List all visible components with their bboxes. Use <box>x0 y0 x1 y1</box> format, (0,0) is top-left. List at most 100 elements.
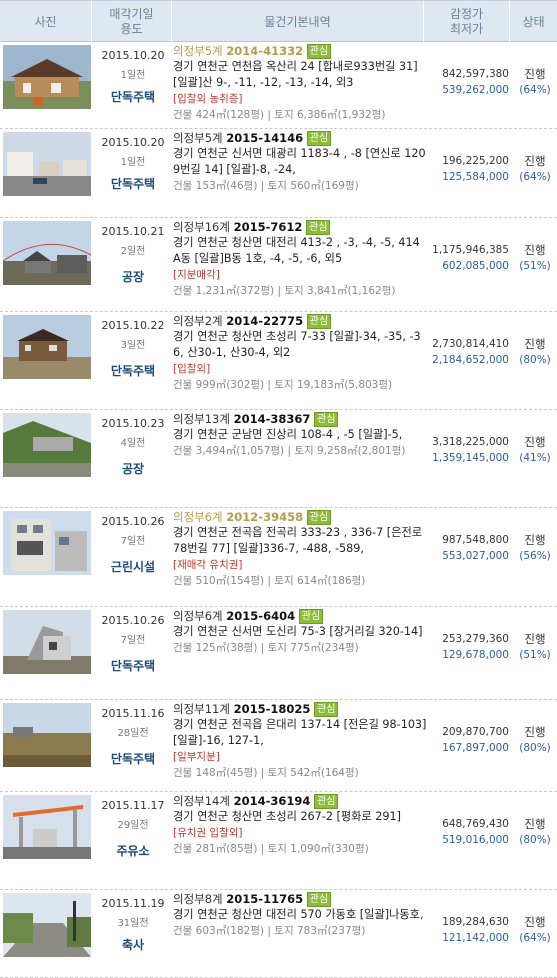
status-text: 진행 <box>524 725 546 739</box>
price-block: 196,225,200 125,584,000 <box>409 153 509 185</box>
interest-badge[interactable]: 관심 <box>306 510 332 525</box>
property-address[interactable]: 경기 연천군 청산면 대전리 413-2 , -3, -4, -5, 414 A… <box>173 235 427 267</box>
table-row[interactable]: 2015.10.26 7일전 근린시설 의정부6계 2012-39458 관심 경기 연… <box>0 508 557 607</box>
property-photo[interactable] <box>3 795 91 859</box>
property-address[interactable]: 경기 연천군 청산면 대전리 570 가동호 [일괄]나동호, <box>173 907 427 923</box>
property-photo[interactable] <box>3 221 91 285</box>
status-text: 진행 <box>524 154 546 168</box>
property-address[interactable]: 경기 연천군 신서면 도신리 75-3 [장거리길 320-14] <box>173 624 427 640</box>
property-address[interactable]: 경기 연천군 신서면 대광리 1183-4 , -8 [연신로 1209번길 1… <box>173 146 427 178</box>
price-percent: (64%) <box>519 84 551 96</box>
case-number-link[interactable]: 2014-41332 <box>226 44 303 58</box>
interest-badge[interactable]: 관심 <box>314 702 339 717</box>
area-summary: 건물 125㎡(38평) | 토지 775㎡(234평) <box>173 642 359 654</box>
sale-date: 2015.10.20 <box>101 136 165 149</box>
property-info: 의정부2계 2014-22775 관심 경기 연천군 청산면 초성리 7-33 [… <box>173 313 427 393</box>
table-row[interactable]: 2015.11.16 28일전 단독주택 의정부11계 2015-18025 관심 경기… <box>0 700 557 792</box>
sale-date: 2015.10.22 <box>101 319 165 332</box>
property-address[interactable]: 경기 연천군 군남면 진상리 108-4 , -5 [일괄]-5, <box>173 427 427 443</box>
table-row[interactable]: 2015.10.23 4일전 공장 의정부13계 2014-38367 관심 경기 연천… <box>0 410 557 508</box>
property-photo[interactable] <box>3 703 91 767</box>
property-photo[interactable] <box>3 893 91 957</box>
special-conditions: [재매각 유치권] <box>173 559 243 571</box>
table-row[interactable]: 2015.11.19 31일전 축사 의정부8계 2015-11765 관심 경기 연천… <box>0 890 557 978</box>
status-block: 진행 (56%) <box>515 532 555 564</box>
area-summary: 건물 999㎡(302평) | 토지 19,183㎡(5,803평) <box>173 379 393 391</box>
days-remaining: 3일전 <box>120 340 146 351</box>
appraisal-price: 3,318,225,000 <box>432 436 509 448</box>
court-name: 의정부16계 <box>173 220 230 234</box>
case-number-link[interactable]: 2015-11765 <box>226 892 303 906</box>
price-percent: (51%) <box>519 260 551 272</box>
property-photo[interactable] <box>3 413 91 477</box>
table-row[interactable]: 2015.10.22 3일전 단독주택 의정부2계 2014-22775 관심 경기 연… <box>0 312 557 410</box>
case-line[interactable]: 의정부14계 2014-36194 관심 <box>173 793 427 809</box>
special-conditions: [지분매각] <box>173 269 220 281</box>
case-number-link[interactable]: 2014-36194 <box>234 794 311 808</box>
property-photo[interactable] <box>3 315 91 379</box>
table-row[interactable]: 2015.10.20 1일전 단독주택 의정부5계 2014-41332 관심 경기 연… <box>0 42 557 129</box>
property-address[interactable]: 경기 연천군 전곡읍 은대리 137-14 [전은길 98-103] [일괄]-… <box>173 717 427 749</box>
property-info: 의정부8계 2015-11765 관심 경기 연천군 청산면 대전리 570 가동… <box>173 891 427 939</box>
minimum-price: 125,584,000 <box>442 171 509 183</box>
interest-badge[interactable]: 관심 <box>306 44 332 59</box>
property-address[interactable]: 경기 연천군 전곡읍 전곡리 333-23 , 336-7 [은전로78번길 7… <box>173 525 427 557</box>
case-line[interactable]: 의정부6계 2015-6404 관심 <box>173 608 427 624</box>
interest-badge[interactable]: 관심 <box>298 609 324 624</box>
interest-badge[interactable]: 관심 <box>306 314 332 329</box>
property-photo[interactable] <box>3 132 91 196</box>
price-percent: (41%) <box>519 452 551 464</box>
case-line[interactable]: 의정부13계 2014-38367 관심 <box>173 411 427 427</box>
price-block: 3,318,225,000 1,359,145,000 <box>409 434 509 466</box>
property-photo[interactable] <box>3 45 91 109</box>
case-number-link[interactable]: 2015-6404 <box>226 609 295 623</box>
case-number-link[interactable]: 2014-22775 <box>226 314 303 328</box>
case-line[interactable]: 의정부11계 2015-18025 관심 <box>173 701 427 717</box>
area-summary: 건물 281㎡(85평) | 토지 1,090㎡(330평) <box>173 843 369 855</box>
case-line[interactable]: 의정부5계 2014-41332 관심 <box>173 43 427 59</box>
interest-badge[interactable]: 관심 <box>314 412 339 427</box>
price-block: 189,284,630 121,142,000 <box>409 914 509 946</box>
status-block: 진행 (64%) <box>515 914 555 946</box>
case-number-link[interactable]: 2014-38367 <box>234 412 311 426</box>
minimum-price: 519,016,000 <box>442 834 509 846</box>
property-photo[interactable] <box>3 511 91 575</box>
price-block: 253,279,360 129,678,000 <box>409 631 509 663</box>
case-line[interactable]: 의정부8계 2015-11765 관심 <box>173 891 427 907</box>
interest-badge[interactable]: 관심 <box>306 220 331 235</box>
case-line[interactable]: 의정부2계 2014-22775 관심 <box>173 313 427 329</box>
court-name: 의정부13계 <box>173 412 230 426</box>
property-photo-image <box>3 221 91 285</box>
minimum-price: 167,897,000 <box>442 742 509 754</box>
case-number-link[interactable]: 2015-7612 <box>234 220 303 234</box>
interest-badge[interactable]: 관심 <box>314 794 339 809</box>
header-date-usage: 매각기일 용도 <box>92 1 172 43</box>
case-line[interactable]: 의정부5계 2015-14146 관심 <box>173 130 427 146</box>
property-address[interactable]: 경기 연천군 청산면 초성리 7-33 [일괄]-34, -35, -36, 산… <box>173 329 427 361</box>
table-row[interactable]: 2015.10.20 1일전 단독주택 의정부5계 2015-14146 관심 경기 연… <box>0 129 557 218</box>
case-number-link[interactable]: 2015-18025 <box>234 702 311 716</box>
days-remaining: 2일전 <box>120 246 146 257</box>
table-row[interactable]: 2015.10.26 7일전 단독주택 의정부6계 2015-6404 관심 경기 연천… <box>0 607 557 700</box>
case-line[interactable]: 의정부6계 2012-39458 관심 <box>173 509 427 525</box>
area-summary: 건물 3,494㎡(1,057평) | 토지 9,258㎡(2,801평) <box>173 445 406 457</box>
property-info: 의정부5계 2014-41332 관심 경기 연천군 연천읍 옥산리 24 [합내… <box>173 43 427 123</box>
minimum-price: 2,184,652,000 <box>432 354 509 366</box>
case-line[interactable]: 의정부16계 2015-7612 관심 <box>173 219 427 235</box>
property-usage: 근린시설 <box>110 560 156 574</box>
case-number-link[interactable]: 2012-39458 <box>226 510 303 524</box>
table-row[interactable]: 2015.11.17 29일전 주유소 의정부14계 2014-36194 관심 경기 … <box>0 792 557 890</box>
property-address[interactable]: 경기 연천군 연천읍 옥산리 24 [합내로933번길 31] [일괄]산 9-… <box>173 59 427 91</box>
special-conditions: [입찰외] <box>173 363 211 375</box>
minimum-price: 121,142,000 <box>442 932 509 944</box>
property-photo-image <box>3 132 91 196</box>
interest-badge[interactable]: 관심 <box>306 892 332 907</box>
property-address[interactable]: 경기 연천군 청산면 초성리 267-2 [평화로 291] <box>173 809 427 825</box>
property-photo[interactable] <box>3 610 91 674</box>
case-number-link[interactable]: 2015-14146 <box>226 131 303 145</box>
interest-badge[interactable]: 관심 <box>306 131 332 146</box>
table-row[interactable]: 2015.10.21 2일전 공장 의정부16계 2015-7612 관심 경기 연천군… <box>0 218 557 312</box>
property-info: 의정부6계 2015-6404 관심 경기 연천군 신서면 도신리 75-3 [장… <box>173 608 427 656</box>
property-usage: 공장 <box>121 270 145 284</box>
status-block: 진행 (41%) <box>515 434 555 466</box>
